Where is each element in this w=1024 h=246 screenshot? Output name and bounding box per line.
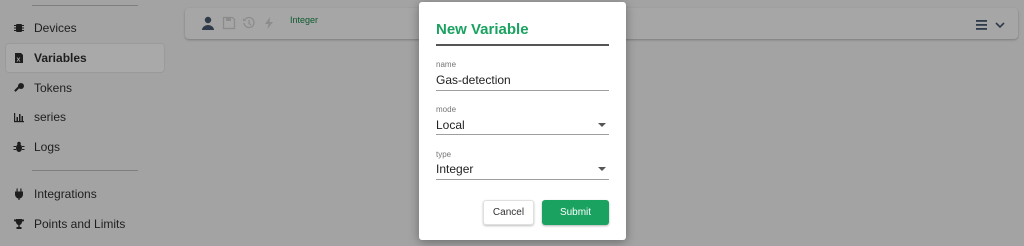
dialog-title: New Variable [436, 21, 529, 38]
title-divider [436, 44, 609, 46]
plug-icon [12, 187, 26, 201]
sidebar-divider-bottom [32, 170, 138, 171]
trophy-icon [12, 217, 26, 231]
new-variable-dialog: New Variable name Gas-detection mode Loc… [419, 2, 626, 240]
mode-select[interactable]: Local [436, 118, 465, 132]
variable-icon: x [12, 51, 26, 65]
name-input[interactable]: Gas-detection [436, 73, 511, 87]
chevron-down-icon[interactable] [993, 18, 1007, 32]
sidebar-item-variables[interactable]: x Variables [6, 44, 164, 72]
sidebar-item-label: Logs [34, 140, 61, 154]
svg-text:x: x [17, 57, 21, 64]
name-input-underline [436, 90, 609, 91]
key-icon [12, 81, 26, 95]
mode-field-label: mode [436, 105, 457, 114]
variable-type-label: Integer [290, 15, 319, 25]
mode-dropdown-arrow-icon[interactable] [598, 123, 606, 127]
user-icon[interactable] [201, 16, 215, 30]
sidebar-item-integrations[interactable]: Integrations [6, 180, 164, 208]
sidebar-item-label: Tokens [34, 81, 73, 95]
sidebar-item-devices[interactable]: Devices [6, 14, 164, 42]
sidebar-item-label: Devices [34, 21, 77, 35]
sidebar-item-logs[interactable]: Logs [6, 133, 164, 161]
sidebar-divider-top [32, 5, 138, 6]
chip-icon [12, 21, 26, 35]
sidebar-item-label: Integrations [34, 187, 97, 201]
sidebar: Devices x Variables Tokens series Logs I… [0, 0, 170, 246]
name-field-label: name [436, 60, 457, 69]
sidebar-item-label: Variables [34, 51, 87, 65]
bug-icon [12, 140, 26, 154]
type-select-underline [436, 179, 609, 180]
type-field-label: type [436, 150, 452, 159]
sidebar-item-tokens[interactable]: Tokens [6, 74, 164, 102]
type-dropdown-arrow-icon[interactable] [598, 167, 606, 171]
sidebar-item-points-and-limits[interactable]: Points and Limits [6, 210, 164, 238]
history-icon[interactable] [242, 16, 256, 30]
save-icon[interactable] [222, 16, 236, 30]
submit-button[interactable]: Submit [542, 200, 609, 225]
menu-icon[interactable] [975, 18, 989, 32]
mode-select-underline [436, 134, 609, 135]
sidebar-item-label: Points and Limits [34, 217, 126, 231]
sidebar-item-label: series [34, 110, 67, 124]
type-select[interactable]: Integer [436, 162, 473, 176]
sidebar-item-series[interactable]: series [6, 103, 164, 131]
bolt-icon[interactable] [262, 16, 276, 30]
chart-icon [12, 110, 26, 124]
cancel-button[interactable]: Cancel [483, 200, 534, 225]
